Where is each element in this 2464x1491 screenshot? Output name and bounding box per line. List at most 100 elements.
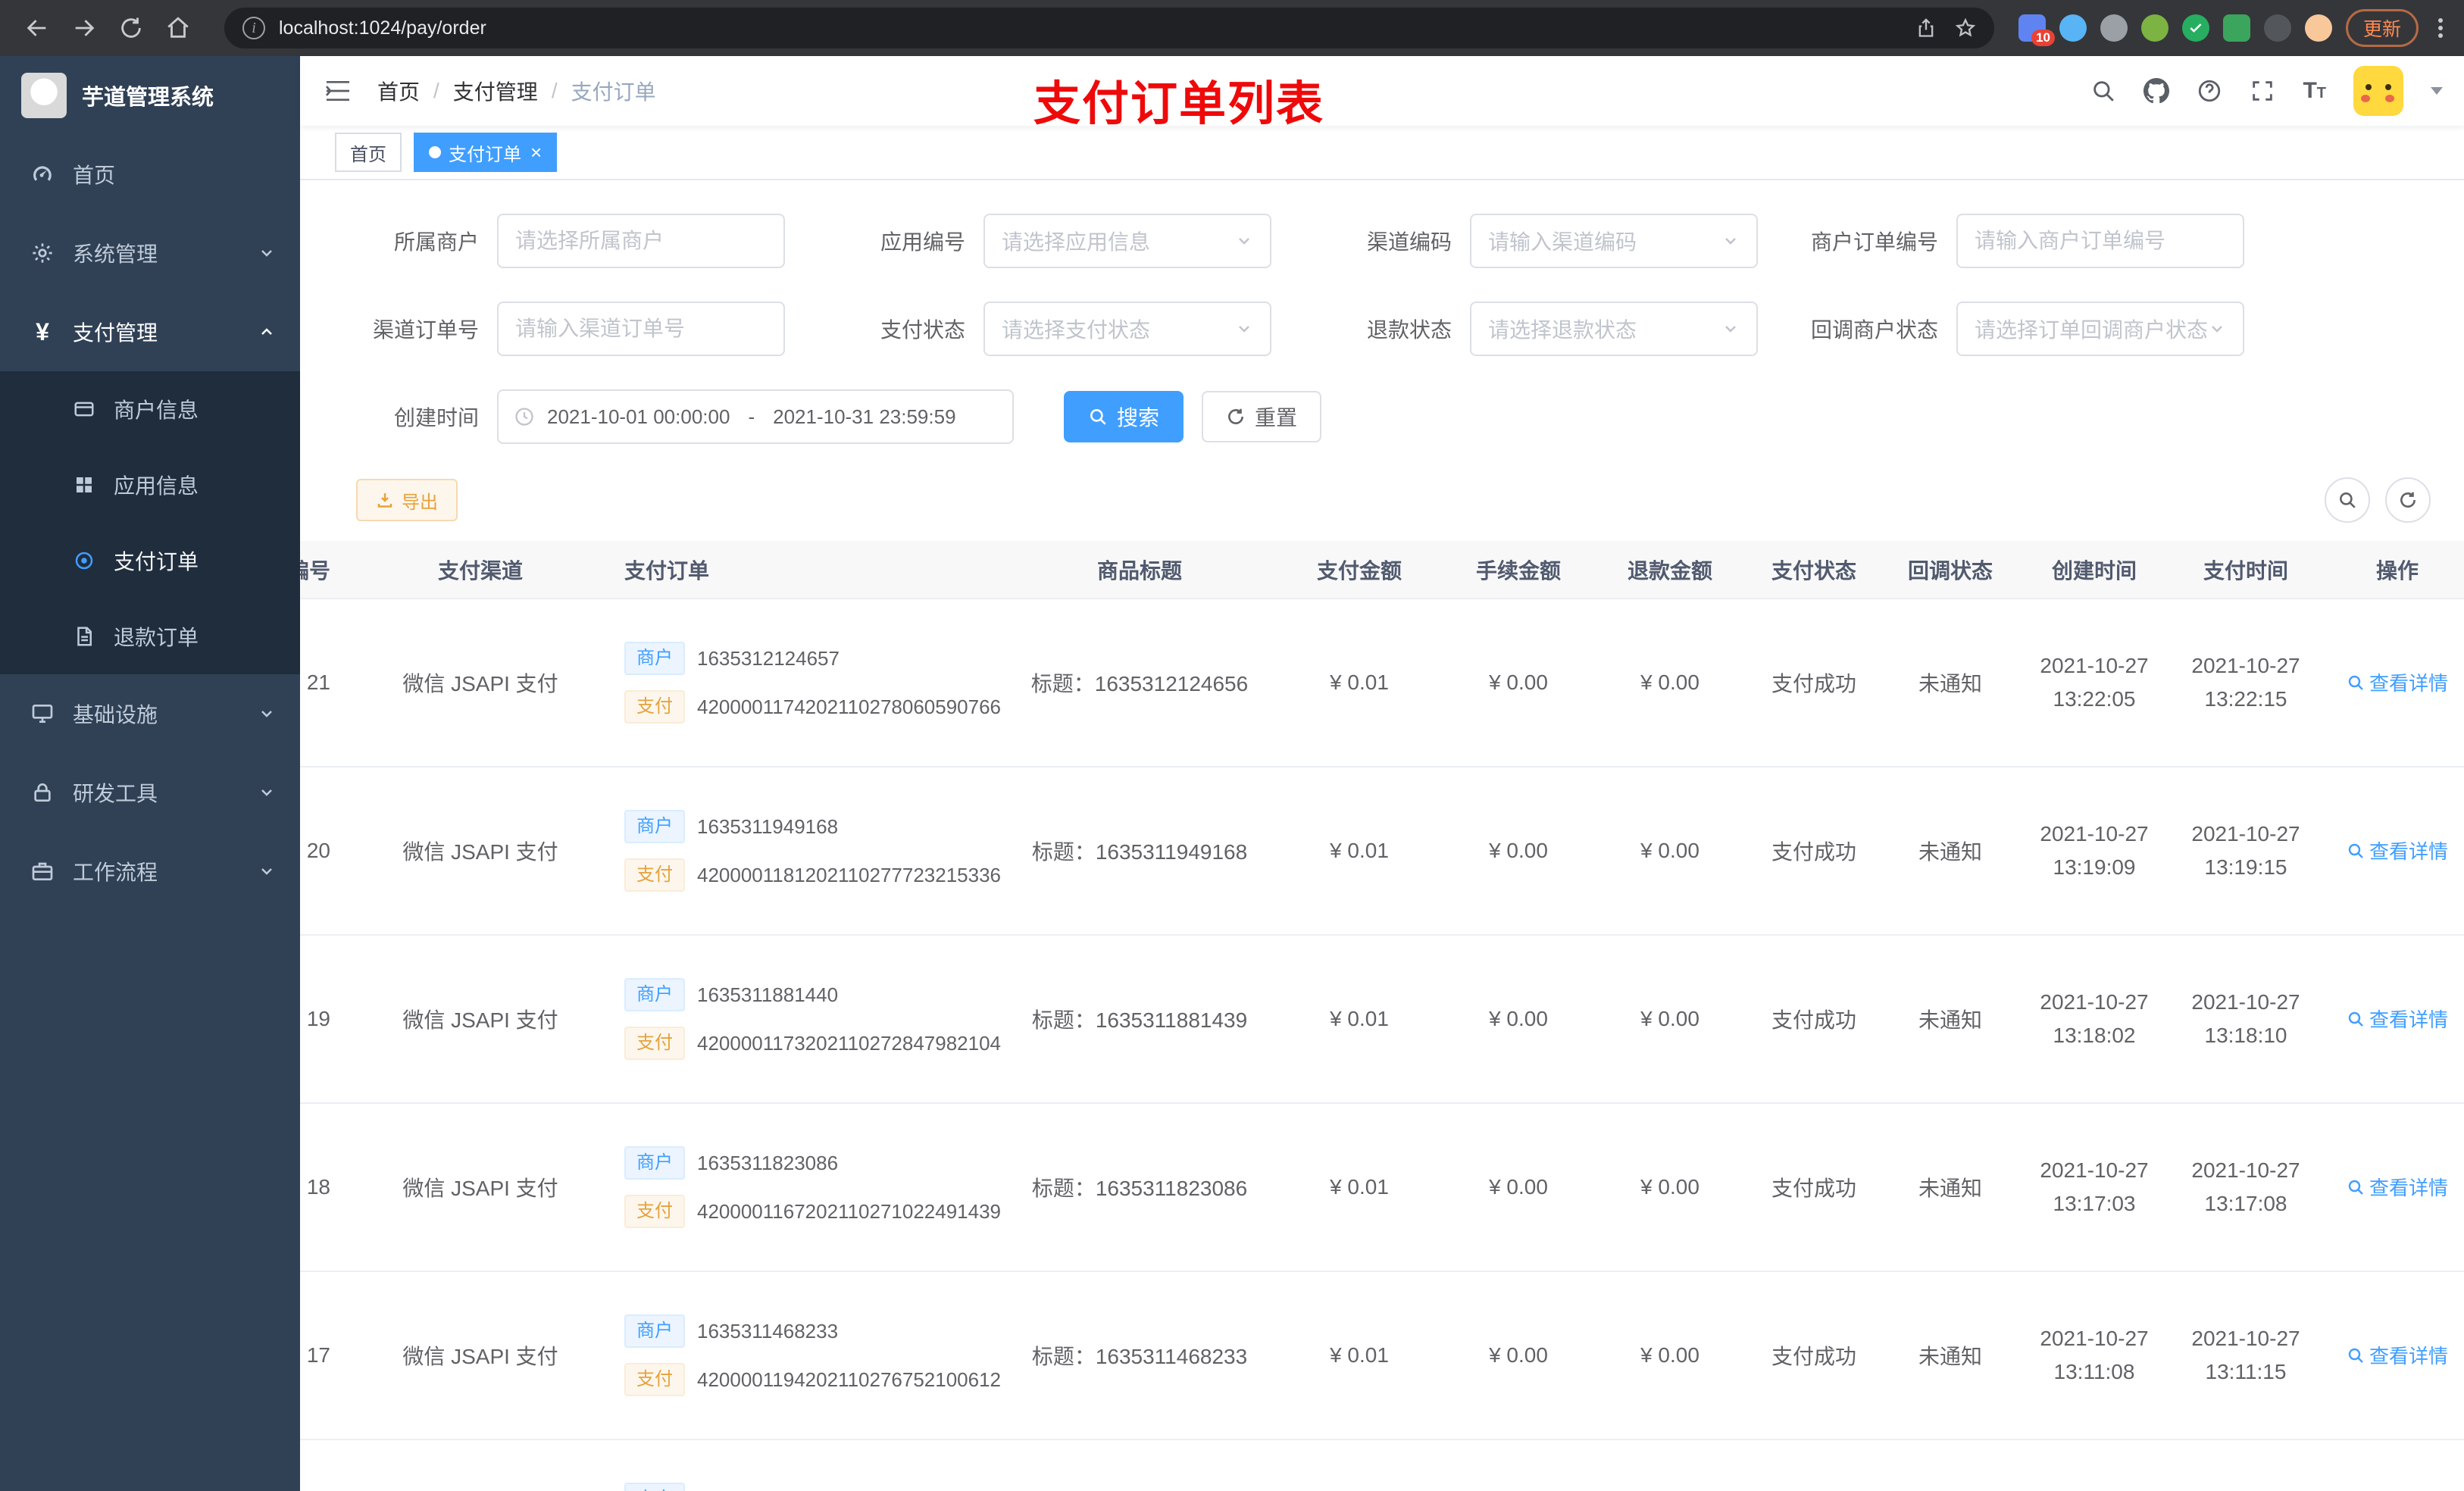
sidebar-item-merchant-info[interactable]: 商户信息 — [0, 371, 300, 447]
cell-actions: 查看详情 — [2322, 599, 2464, 767]
cell-pay-time: 2021-10-27 13:11:15 — [2170, 1271, 2322, 1440]
merchant-filter-input[interactable] — [497, 214, 785, 268]
chevron-down-icon — [1725, 326, 1736, 333]
channel-code-filter-select[interactable]: 请输入渠道编码 — [1470, 214, 1758, 268]
tab-close-icon[interactable]: × — [530, 142, 542, 162]
fullscreen-icon[interactable] — [2250, 78, 2275, 104]
top-navbar: 首页 / 支付管理 / 支付订单 支付订单列表 TT — [300, 56, 2464, 130]
view-detail-link[interactable]: 查看详情 — [2347, 668, 2448, 696]
chrome-update-button[interactable]: 更新 — [2345, 9, 2419, 47]
extension-chat-icon[interactable] — [2222, 14, 2250, 42]
sidebar-item-home[interactable]: 首页 — [0, 135, 300, 214]
col-fee-amount: 手续金额 — [1443, 541, 1594, 599]
sidebar-item-payment[interactable]: ¥ 支付管理 — [0, 292, 300, 371]
cell-pay-status: 支付成功 — [1746, 599, 1882, 767]
font-size-icon[interactable]: TT — [2303, 80, 2326, 102]
create-time-range-picker[interactable]: 2021-10-01 00:00:00 - 2021-10-31 23:59:5… — [497, 389, 1014, 444]
cell-id: 17 — [300, 1271, 352, 1440]
sidebar-item-system[interactable]: 系统管理 — [0, 214, 300, 292]
sidebar-item-workflow[interactable]: 工作流程 — [0, 832, 300, 911]
cell-pay-order: 商户 1635311157 支付 — [609, 1439, 1003, 1491]
logo[interactable]: 芋道管理系统 — [0, 56, 300, 135]
date-end[interactable]: 2021-10-31 23:59:59 — [773, 405, 955, 429]
sidebar-item-app-info[interactable]: 应用信息 — [0, 447, 300, 523]
chevron-down-icon — [1239, 238, 1249, 245]
app-id-filter-select[interactable]: 请选择应用信息 — [983, 214, 1271, 268]
toggle-search-button[interactable] — [2325, 477, 2370, 523]
refresh-table-button[interactable] — [2385, 477, 2431, 523]
date-start[interactable]: 2021-10-01 00:00:00 — [547, 405, 730, 429]
channel-order-no: 4200001181202110277723215336 — [697, 863, 1002, 886]
chevron-down-icon — [1725, 238, 1736, 245]
view-detail-link[interactable]: 查看详情 — [2347, 1341, 2448, 1369]
col-id: 编号 — [300, 541, 352, 599]
merchant-order-no: 1635311949168 — [697, 814, 839, 838]
sidebar-item-pay-order[interactable]: 支付订单 — [0, 523, 300, 599]
callback-status-filter-select[interactable]: 请选择订单回调商户状态 — [1956, 302, 2244, 356]
search-icon[interactable] — [2090, 78, 2116, 104]
active-dot-icon — [429, 146, 441, 158]
col-actions: 操作 — [2322, 541, 2464, 599]
cell-notify-status: 未通知 — [1882, 935, 2018, 1104]
cell-actions: 查看详情 — [2322, 1439, 2464, 1491]
gear-icon — [33, 243, 52, 263]
merchant-order-no-filter-input[interactable] — [1956, 214, 2244, 268]
col-create-time: 创建时间 — [2018, 541, 2170, 599]
cell-title: 标题：1635311881439 — [1003, 935, 1276, 1104]
cell-title: 标题：1635311468233 — [1003, 1271, 1276, 1440]
extensions-puzzle-icon[interactable] — [2263, 14, 2291, 42]
cell-actions: 查看详情 — [2322, 1271, 2464, 1440]
extension-gray-icon[interactable] — [2100, 14, 2128, 42]
sidebar-item-refund-order[interactable]: 退款订单 — [0, 599, 300, 674]
cell-pay-order: 商户 1635312124657 支付 42000011742021102780… — [609, 599, 1003, 767]
user-caret-icon[interactable] — [2431, 87, 2443, 95]
pay-status-filter-select[interactable]: 请选择支付状态 — [983, 302, 1271, 356]
user-avatar[interactable] — [2353, 66, 2403, 116]
browser-menu-icon[interactable] — [2432, 18, 2449, 38]
channel-order-no-filter-input[interactable] — [497, 302, 785, 356]
export-button[interactable]: 导出 — [356, 479, 458, 521]
share-icon[interactable] — [1915, 17, 1937, 39]
merchant-tag: 商户 — [624, 978, 685, 1011]
logo-title: 芋道管理系统 — [82, 86, 214, 110]
forward-icon[interactable] — [71, 15, 97, 41]
view-detail-link[interactable]: 查看详情 — [2347, 1173, 2448, 1201]
merchant-filter-label: 所属商户 — [393, 230, 479, 254]
sidebar-item-infra[interactable]: 基础设施 — [0, 674, 300, 753]
merchant-order-no: 1635311881440 — [697, 983, 839, 1006]
cell-channel: 微信 JSAPI 支付 — [352, 767, 609, 936]
url-text[interactable]: localhost:1024/pay/order — [279, 17, 1915, 39]
search-button[interactable]: 搜索 — [1064, 391, 1184, 442]
cell-fee-amount: ¥ 0.00 — [1443, 1271, 1594, 1440]
tab-pay-order[interactable]: 支付订单 × — [414, 133, 558, 172]
back-icon[interactable] — [24, 15, 50, 41]
breadcrumb-home[interactable]: 首页 — [377, 76, 420, 106]
browser-toolbar: i localhost:1024/pay/order 10 更新 — [0, 0, 2464, 56]
cell-id: 19 — [300, 935, 352, 1104]
view-detail-link[interactable]: 查看详情 — [2347, 836, 2448, 864]
search-icon — [1090, 409, 1106, 425]
cell-channel: 微信 JSAPI 支付 — [352, 1103, 609, 1272]
sidebar-item-dev-tools[interactable]: 研发工具 — [0, 753, 300, 832]
magnifier-icon — [2348, 675, 2363, 690]
hamburger-icon[interactable] — [323, 76, 353, 106]
reload-icon[interactable] — [118, 15, 144, 41]
extension-green-icon[interactable] — [2140, 14, 2169, 42]
col-notify-status: 回调状态 — [1882, 541, 2018, 599]
reset-button[interactable]: 重置 — [1202, 391, 1322, 442]
github-icon[interactable] — [2143, 78, 2170, 104]
refund-status-filter-select[interactable]: 请选择退款状态 — [1470, 302, 1758, 356]
address-bar[interactable]: i localhost:1024/pay/order — [224, 8, 1994, 48]
extension-icon[interactable]: 10 — [2018, 14, 2055, 46]
site-info-icon[interactable]: i — [242, 17, 265, 39]
home-icon[interactable] — [165, 15, 191, 41]
extension-check-icon[interactable] — [2181, 14, 2209, 42]
view-detail-link[interactable]: 查看详情 — [2347, 1005, 2448, 1033]
help-icon[interactable] — [2197, 78, 2222, 104]
extension-drop-icon[interactable] — [2059, 14, 2087, 42]
profile-memoji-icon[interactable] — [2304, 14, 2332, 42]
cell-pay-status: 支付成功 — [1746, 767, 1882, 936]
bookmark-star-icon[interactable] — [1955, 17, 1976, 39]
tab-home[interactable]: 首页 — [335, 133, 402, 172]
breadcrumb-pay-mgmt[interactable]: 支付管理 — [453, 76, 538, 106]
